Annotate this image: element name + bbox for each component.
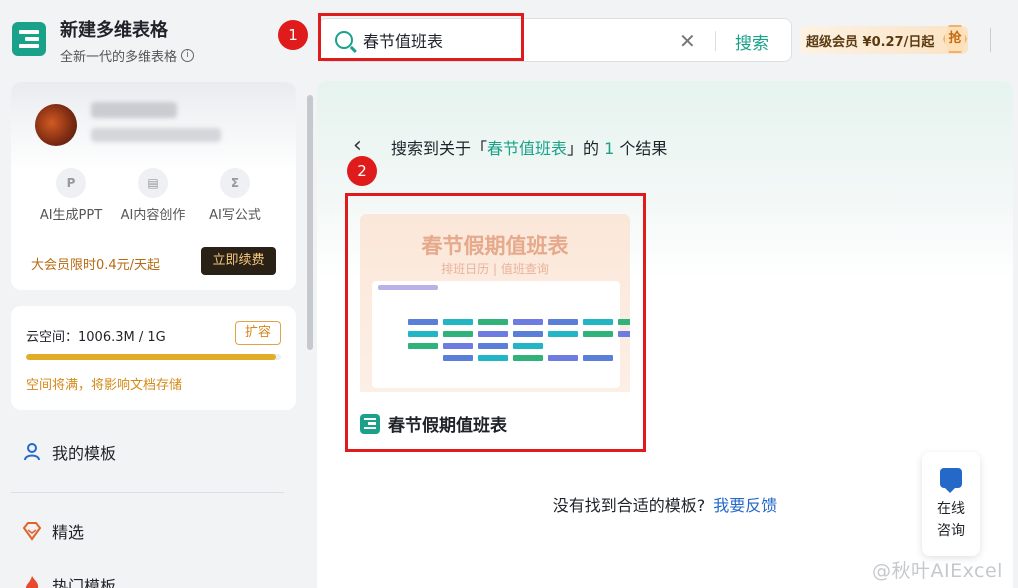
calendar-preview-cell	[408, 343, 438, 349]
app-logo-icon	[12, 22, 46, 56]
thumbnail-title: 春节假期值班表	[421, 233, 569, 258]
storage-warning: 空间将满，将影响文档存储	[26, 378, 183, 393]
calendar-preview-cell	[513, 343, 543, 349]
avatar[interactable]	[35, 104, 77, 146]
thumbnail-calendar-preview	[372, 281, 630, 388]
vip-label: 超级会员 ¥0.27/日起	[806, 34, 935, 50]
ai-ppt-button[interactable]: P AI生成PPT	[26, 168, 116, 223]
nav-hot-templates-label: 热门模板	[52, 577, 117, 588]
calendar-preview-cell	[513, 319, 543, 325]
ai-formula-button[interactable]: Σ AI写公式	[190, 168, 280, 223]
search-input[interactable]	[363, 30, 663, 50]
calendar-preview-cell	[548, 319, 578, 325]
results-keyword: 春节值班表	[487, 139, 568, 158]
results-summary: 搜索到关于「春节值班表」的 1 个结果	[391, 135, 667, 159]
nav-hot-templates[interactable]: 热门模板	[22, 573, 116, 588]
calendar-preview-cell	[513, 355, 543, 361]
ai-content-button[interactable]: ▤ AI内容创作	[108, 168, 198, 223]
search-divider	[715, 31, 716, 51]
template-thumbnail: 春节假期值班表 排班日历 | 值班查询	[360, 214, 630, 392]
search-bar: ✕ 搜索	[318, 18, 792, 62]
info-icon[interactable]: i	[181, 49, 195, 62]
chat-icon	[940, 468, 962, 493]
user-info-redacted	[91, 128, 221, 142]
feedback-link[interactable]: 我要反馈	[713, 496, 777, 515]
feedback-text: 没有找到合适的模板?	[552, 496, 706, 515]
calendar-preview-cell	[443, 331, 473, 337]
step-badge-1: 1	[278, 20, 308, 50]
topbar-divider	[990, 28, 991, 52]
calendar-preview-cell	[408, 319, 438, 325]
calendar-preview-cell	[443, 319, 473, 325]
diamond-icon	[22, 522, 42, 541]
online-support-label: 在线 咨询	[937, 501, 965, 539]
promo-text: 大会员限时0.4元/天起	[31, 258, 161, 273]
calendar-preview-cell	[548, 355, 578, 361]
formula-icon: Σ	[220, 168, 250, 198]
user-icon	[24, 443, 40, 461]
ai-ppt-label: AI生成PPT	[39, 208, 103, 223]
online-support-button[interactable]: 在线 咨询	[922, 452, 980, 556]
calendar-preview-cell	[408, 331, 438, 337]
renew-button[interactable]: 立即续费	[201, 247, 276, 275]
search-icon	[335, 31, 353, 49]
storage-progress-bar	[26, 354, 281, 360]
expand-storage-button[interactable]: 扩容	[235, 321, 281, 345]
back-arrow-icon[interactable]: ‹	[353, 133, 362, 158]
nav-divider	[11, 492, 284, 493]
feedback-row: 没有找到合适的模板? 我要反馈	[317, 492, 1013, 516]
app-title: 新建多维表格	[60, 20, 168, 41]
calendar-preview-cell	[478, 319, 508, 325]
username-redacted	[91, 102, 177, 118]
calendar-preview-cell	[478, 355, 508, 361]
sidebar-scrollbar[interactable]	[307, 95, 313, 350]
calendar-preview-cell	[513, 331, 543, 337]
vip-banner[interactable]: 超级会员 ¥0.27/日起	[800, 26, 968, 54]
thumbnail-subtitle: 排班日历 | 值班查询	[441, 262, 549, 276]
flame-icon	[26, 576, 39, 588]
calendar-preview-cell	[478, 331, 508, 337]
step-badge-2: 2	[347, 156, 377, 186]
search-button[interactable]: 搜索	[735, 29, 769, 54]
doc-icon: ▤	[138, 168, 168, 198]
ai-formula-label: AI写公式	[209, 208, 261, 223]
watermark: @秋叶AIExcel	[872, 560, 1003, 582]
user-card: P AI生成PPT ▤ AI内容创作 Σ AI写公式 大会员限时0.4元/天起 …	[11, 82, 296, 290]
calendar-preview-cell	[618, 319, 630, 325]
storage-card: 云空间：1006.3M / 1G 扩容 空间将满，将影响文档存储	[11, 306, 296, 410]
calendar-preview-cell	[583, 319, 613, 325]
ai-content-label: AI内容创作	[120, 208, 186, 223]
table-icon	[360, 413, 380, 434]
calendar-preview-cell	[548, 331, 578, 337]
template-name[interactable]: 春节假期值班表	[360, 411, 507, 436]
calendar-preview-cell	[443, 355, 473, 361]
results-panel: ‹ 搜索到关于「春节值班表」的 1 个结果 春节假期值班表 排班日历 | 值班查…	[317, 81, 1013, 588]
results-count: 1	[604, 139, 615, 158]
calendar-preview-cell	[478, 343, 508, 349]
calendar-preview-cell	[583, 331, 613, 337]
calendar-preview-cell	[443, 343, 473, 349]
storage-progress-fill	[26, 354, 276, 360]
results-middle: 」的	[567, 139, 605, 158]
nav-my-templates[interactable]: 我的模板	[22, 440, 116, 464]
calendar-preview-cell	[618, 331, 630, 337]
template-name-label: 春节假期值班表	[388, 416, 507, 436]
clear-icon[interactable]: ✕	[679, 29, 696, 53]
ppt-icon: P	[56, 168, 86, 198]
calendar-preview-header	[378, 285, 438, 290]
app-subtitle: 全新一代的多维表格 i	[60, 46, 195, 65]
calendar-preview-cell	[583, 355, 613, 361]
storage-label: 云空间：1006.3M / 1G	[26, 330, 166, 345]
nav-featured[interactable]: 精选	[22, 519, 84, 543]
app-subtitle-text: 全新一代的多维表格	[60, 50, 178, 65]
nav-my-templates-label: 我的模板	[52, 444, 117, 463]
results-prefix: 搜索到关于「	[391, 139, 488, 158]
nav-featured-label: 精选	[52, 523, 85, 542]
results-suffix: 个结果	[614, 139, 668, 158]
